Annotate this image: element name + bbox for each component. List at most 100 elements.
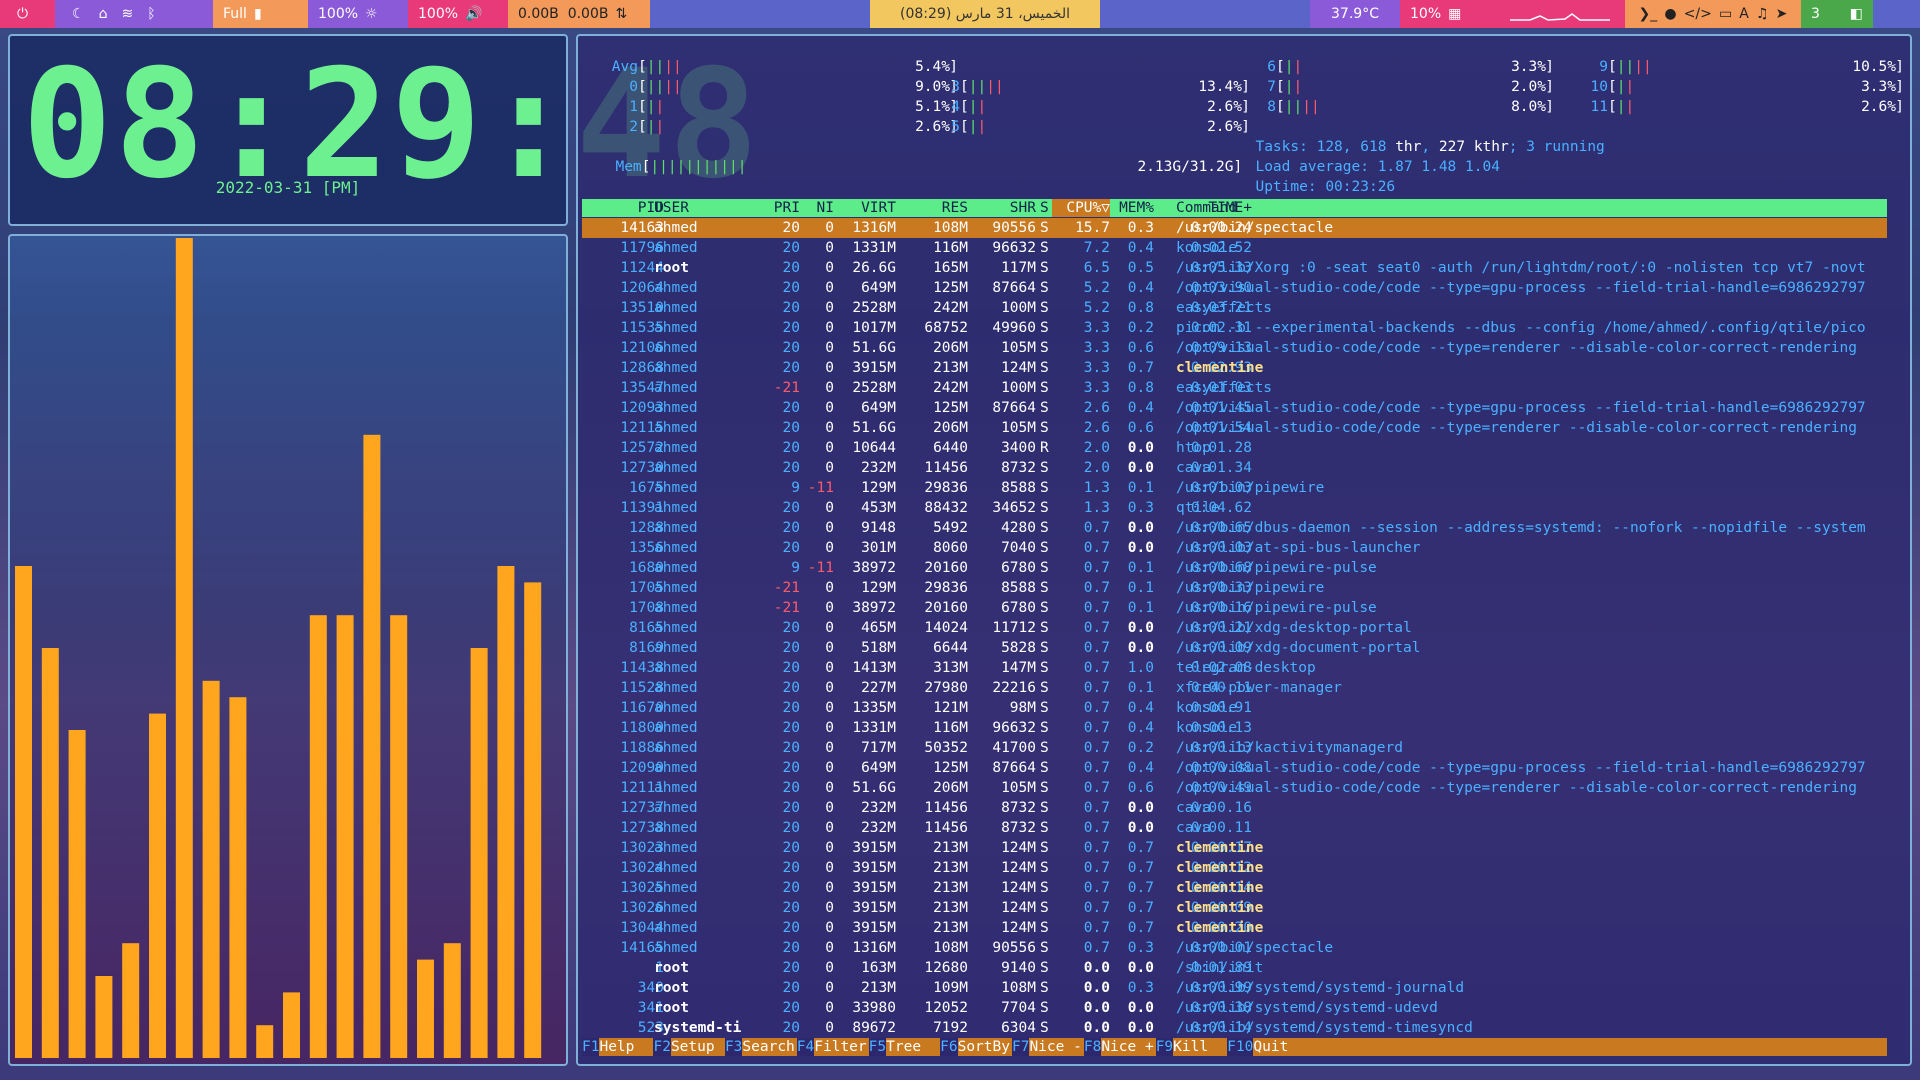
process-row[interactable]: 11528 ahmed 20 0 227M 27980 22216 S 0.7 0.1 0:00.1…: [582, 678, 1887, 698]
column-header-shr[interactable]: SHR: [956, 199, 1036, 217]
cell-shr: 124M: [1001, 920, 1036, 936]
font-icon[interactable]: A: [1739, 6, 1749, 22]
process-row[interactable]: 11670 ahmed 20 0 1335M 121M 98M S 0.7 0.4 0:00.91 k…: [582, 698, 1887, 718]
process-row[interactable]: 13024 ahmed 20 0 3915M 213M 124M S 0.7 0.7 0:00.12…: [582, 858, 1887, 878]
process-row[interactable]: 13044 ahmed 20 0 3915M 213M 124M S 0.7 0.7 0:00.20…: [582, 918, 1887, 938]
process-row[interactable]: 11535 ahmed 20 0 1017M 68752 49960 S 3.3 0.2 0:02.…: [582, 318, 1887, 338]
cell-st: S: [1040, 280, 1049, 296]
fkey-key: F4: [796, 1038, 815, 1056]
memory-icon: ▦: [1448, 6, 1462, 22]
process-row[interactable]: 1 root 20 0 163M 12680 9140 S 0.0 0.0 0:01.89/sbin…: [582, 958, 1887, 978]
cell-mem: 0.0: [1127, 800, 1154, 816]
process-row[interactable]: 12093 ahmed 20 0 649M 125M 87664 S 2.6 0.4 0:01.45…: [582, 398, 1887, 418]
process-row[interactable]: 11886 ahmed 20 0 717M 50352 41700 S 0.7 0.2 0:00.1…: [582, 738, 1887, 758]
terminal-icon[interactable]: ❯_: [1639, 6, 1658, 22]
process-row[interactable]: 341 root 20 0 33980 12052 7704 S 0.0 0.0 0:00.38/u…: [582, 998, 1887, 1018]
process-row[interactable]: 11244 root 20 0 26.6G 165M 117M S 6.5 0.5 0:05.33/…: [582, 258, 1887, 278]
process-row[interactable]: 12111 ahmed 20 0 51.6G 206M 105M S 0.7 0.6 0:00.49…: [582, 778, 1887, 798]
cell-shr: 11712: [992, 620, 1036, 636]
battery-widget[interactable]: Full ▮: [213, 0, 308, 28]
process-row[interactable]: 8165 ahmed 20 0 465M 14024 11712 S 0.7 0.0 0:00.21…: [582, 618, 1887, 638]
cpu-percent: 10.5%: [1852, 59, 1896, 75]
column-header-user[interactable]: USER: [654, 199, 689, 217]
fkey-tree[interactable]: F5 Tree: [868, 1038, 941, 1056]
workspace-widget[interactable]: 3 ◧: [1801, 0, 1873, 28]
process-row[interactable]: 1675 ahmed 9 -11 129M 29836 8588 S 1.3 0.1 0:01.03…: [582, 478, 1887, 498]
process-row[interactable]: 8169 ahmed 20 0 518M 6644 5828 S 0.7 0.0 0:00.09/u…: [582, 638, 1887, 658]
process-row[interactable]: 340 root 20 0 213M 109M 108M S 0.0 0.3 0:00.99/usr…: [582, 978, 1887, 998]
cell-shr: 105M: [1001, 340, 1036, 356]
cell-user: ahmed: [654, 540, 698, 556]
process-row[interactable]: 1356 ahmed 20 0 301M 8060 7040 S 0.7 0.0 0:00.03/u…: [582, 538, 1887, 558]
code-icon[interactable]: </>: [1684, 6, 1712, 22]
cell-pid: 12106: [620, 340, 664, 356]
column-header-st[interactable]: S: [1040, 199, 1049, 217]
power-button[interactable]: ⏻: [0, 0, 55, 28]
process-row[interactable]: 13026 ahmed 20 0 3915M 213M 124M S 0.7 0.7 0:00.09…: [582, 898, 1887, 918]
process-row[interactable]: 11391 ahmed 20 0 453M 88432 34652 S 1.3 0.3 0:04.6…: [582, 498, 1887, 518]
memory-widget[interactable]: 10% ▦: [1400, 0, 1500, 28]
process-row[interactable]: 523 systemd-ti 20 0 89672 7192 6304 S 0.0 0.0 0:00…: [582, 1018, 1887, 1038]
process-row[interactable]: 12730 ahmed 20 0 232M 11456 8732 S 2.0 0.0 0:01.34…: [582, 458, 1887, 478]
folder-icon[interactable]: ▭: [1719, 6, 1732, 22]
fkey-label: Nice -: [1029, 1038, 1084, 1056]
music-icon[interactable]: ♫: [1756, 6, 1769, 22]
process-row[interactable]: 13025 ahmed 20 0 3915M 213M 124M S 0.7 0.7 0:00.14…: [582, 878, 1887, 898]
fkey-search[interactable]: F3 Search: [724, 1038, 797, 1056]
bluetooth-icon[interactable]: ᛒ: [147, 6, 155, 22]
cell-cmd: /usr/bin/spectacle: [1176, 220, 1334, 236]
cpu-bar-tick: |: [1293, 59, 1303, 75]
fkey-quit[interactable]: F10 Quit: [1227, 1038, 1308, 1056]
cell-shr: 87664: [992, 760, 1036, 776]
fkey-nice[interactable]: F8 Nice +: [1083, 1038, 1156, 1056]
fkey-nice[interactable]: F7 Nice -: [1011, 1038, 1084, 1056]
wifi-icon[interactable]: ≋: [121, 6, 133, 22]
process-row[interactable]: 13023 ahmed 20 0 3915M 213M 124M S 0.7 0.7 0:00.17…: [582, 838, 1887, 858]
process-row[interactable]: 12868 ahmed 20 0 3915M 213M 124M S 3.3 0.7 0:02.93…: [582, 358, 1887, 378]
volume-widget[interactable]: 100% 🔊: [408, 0, 508, 28]
telegram-icon[interactable]: ➤: [1776, 6, 1788, 22]
process-row[interactable]: 12106 ahmed 20 0 51.6G 206M 105M S 3.3 0.6 0:09.13…: [582, 338, 1887, 358]
cell-mem: 0.5: [1127, 260, 1154, 276]
process-row[interactable]: 12115 ahmed 20 0 51.6G 206M 105M S 2.6 0.6 0:01.54…: [582, 418, 1887, 438]
process-row[interactable]: 1705 ahmed -21 0 129M 29836 8588 S 0.7 0.1 0:00.33…: [582, 578, 1887, 598]
fkey-help[interactable]: F1 Help: [582, 1038, 654, 1056]
process-row[interactable]: 1288 ahmed 20 0 9148 5492 4280 S 0.7 0.0 0:00.65/u…: [582, 518, 1887, 538]
browser-icon[interactable]: ●: [1664, 6, 1676, 22]
column-header-cmd[interactable]: Command: [1176, 199, 1237, 217]
column-header-mem[interactable]: MEM%: [1102, 199, 1154, 217]
process-row[interactable]: 13547 ahmed -21 0 2528M 242M 100M S 3.3 0.8 0:01.0…: [582, 378, 1887, 398]
temperature-widget[interactable]: 37.9°C: [1310, 0, 1400, 28]
process-row[interactable]: 1680 ahmed 9 -11 38972 20160 6780 S 0.7 0.1 0:00.6…: [582, 558, 1887, 578]
fkey-filter[interactable]: F4 Filter: [796, 1038, 869, 1056]
process-row[interactable]: 12090 ahmed 20 0 649M 125M 87664 S 0.7 0.4 0:00.08…: [582, 758, 1887, 778]
cell-user: ahmed: [654, 520, 698, 536]
fkey-setup[interactable]: F2 Setup: [653, 1038, 725, 1056]
cell-st: S: [1040, 640, 1049, 656]
bracket-open: [: [638, 79, 647, 95]
process-row[interactable]: 14165 ahmed 20 0 1316M 108M 90556 S 0.7 0.3 0:00.0…: [582, 938, 1887, 958]
process-row[interactable]: 14163 ahmed 20 0 1316M 108M 90556 S 15.7 0.3 0:00.…: [582, 218, 1887, 238]
process-row[interactable]: 12738 ahmed 20 0 232M 11456 8732 S 0.7 0.0 0:00.11…: [582, 818, 1887, 838]
cell-mem: 0.7: [1127, 840, 1154, 856]
network-widget[interactable]: 0.00B 0.00B ⇅: [508, 0, 650, 28]
cell-shr: 105M: [1001, 420, 1036, 436]
process-row[interactable]: 12064 ahmed 20 0 649M 125M 87664 S 5.2 0.4 0:03.90…: [582, 278, 1887, 298]
process-row[interactable]: 13510 ahmed 20 0 2528M 242M 100M S 5.2 0.8 0:03.21…: [582, 298, 1887, 318]
process-row[interactable]: 12572 ahmed 20 0 10644 6440 3400 R 2.0 0.0 0:01.28…: [582, 438, 1887, 458]
clock-widget[interactable]: الخميس، 31 مارس (08:29): [870, 0, 1100, 28]
launcher-icons: ❯_ ● </> ▭ A ♫ ➤: [1625, 0, 1801, 28]
process-row[interactable]: 12737 ahmed 20 0 232M 11456 8732 S 0.7 0.0 0:00.16…: [582, 798, 1887, 818]
cell-user: ahmed: [654, 220, 698, 236]
process-row[interactable]: 11438 ahmed 20 0 1413M 313M 147M S 0.7 1.0 0:02.08…: [582, 658, 1887, 678]
cpu-bar: ||: [647, 119, 664, 135]
brightness-widget[interactable]: 100% ☼: [308, 0, 408, 28]
moon-icon[interactable]: ☾: [72, 6, 85, 22]
home-network-icon[interactable]: ⌂: [99, 6, 108, 22]
process-row[interactable]: 1708 ahmed -21 0 38972 20160 6780 S 0.7 0.1 0:00.1…: [582, 598, 1887, 618]
column-header-pid[interactable]: PID: [582, 199, 664, 217]
process-row[interactable]: 11800 ahmed 20 0 1331M 116M 96632 S 0.7 0.4 0:00.1…: [582, 718, 1887, 738]
process-row[interactable]: 11796 ahmed 20 0 1331M 116M 96632 S 7.2 0.4 0:02.5…: [582, 238, 1887, 258]
fkey-sortby[interactable]: F6 SortBy: [940, 1038, 1012, 1056]
fkey-kill[interactable]: F9 Kill: [1155, 1038, 1228, 1056]
